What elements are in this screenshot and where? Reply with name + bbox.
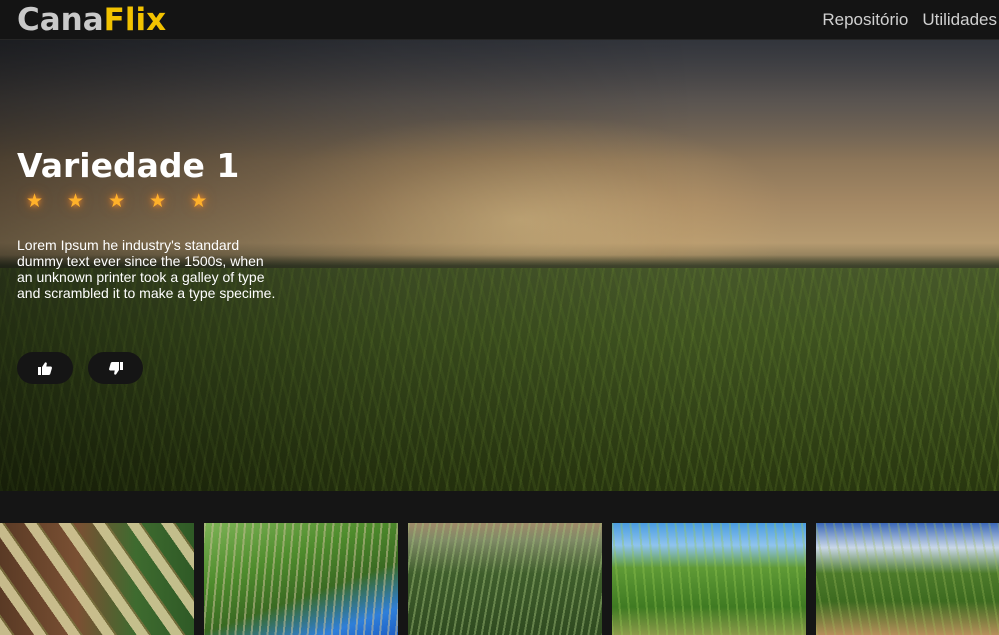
logo-text-flix: Flix (103, 2, 167, 38)
thumbs-up-icon (38, 361, 52, 375)
hero-description: Lorem Ipsum he industry's standard dummy… (17, 237, 276, 301)
star-icon: ★ (190, 191, 208, 212)
rating-stars: ★ ★ ★ ★ ★ (26, 190, 207, 214)
like-button[interactable] (17, 352, 73, 384)
star-icon: ★ (149, 191, 167, 212)
star-icon: ★ (108, 191, 126, 212)
variety-gallery (0, 523, 999, 635)
gallery-thumb-cane-field-sky[interactable] (204, 523, 398, 635)
main-nav: Repositório Utilidades (822, 10, 997, 30)
star-icon: ★ (26, 191, 44, 212)
logo-text-cana: Cana (17, 2, 104, 38)
gallery-thumb-sugarcane-stalks[interactable] (0, 523, 194, 635)
nav-link-utilidades[interactable]: Utilidades (922, 10, 997, 30)
nav-link-repositorio[interactable]: Repositório (822, 10, 908, 30)
dislike-button[interactable] (88, 352, 143, 384)
canaflix-logo[interactable]: CanaFlix (17, 1, 166, 39)
top-navbar: CanaFlix Repositório Utilidades (0, 0, 999, 40)
gallery-thumb-dirt-road[interactable] (816, 523, 999, 635)
hero-title: Variedade 1 (17, 146, 240, 185)
gallery-thumb-cane-plants[interactable] (408, 523, 602, 635)
gallery-thumb-field-road[interactable] (612, 523, 806, 635)
thumbs-down-icon (108, 361, 123, 375)
star-icon: ★ (67, 191, 85, 212)
